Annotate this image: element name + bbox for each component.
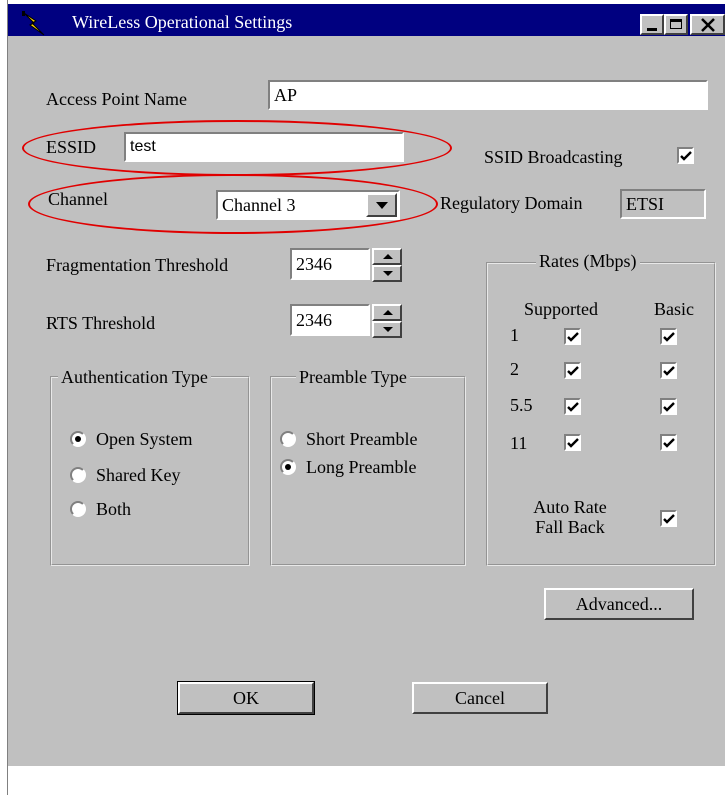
- rate-value: 5.5: [510, 395, 533, 415]
- settings-window: WireLess Operational Settings Access Poi…: [0, 0, 725, 795]
- rate-supported-checkbox[interactable]: [564, 362, 581, 379]
- arrow-down-icon: [383, 271, 393, 276]
- rate-supported-checkbox[interactable]: [564, 398, 581, 415]
- preamble-type-title: Preamble Type: [296, 366, 410, 388]
- ssid-broadcasting-label: SSID Broadcasting: [484, 147, 623, 167]
- check-icon: [663, 514, 675, 524]
- rate-supported-checkbox[interactable]: [564, 328, 581, 345]
- highlight-ellipse-essid: [22, 120, 452, 176]
- ap-name-label: Access Point Name: [46, 89, 187, 109]
- maximize-icon: [670, 19, 682, 29]
- arrow-up-icon: [383, 310, 393, 315]
- rts-spin-up[interactable]: [372, 304, 402, 321]
- regulatory-domain-label: Regulatory Domain: [440, 193, 583, 213]
- rate-value: 2: [510, 359, 519, 379]
- rate-supported-checkbox[interactable]: [564, 434, 581, 451]
- cancel-button[interactable]: Cancel: [412, 682, 548, 714]
- radio-selected-dot: [285, 464, 291, 470]
- maximize-button[interactable]: [664, 14, 688, 35]
- radio-button[interactable]: [70, 431, 86, 447]
- close-button[interactable]: [690, 14, 725, 35]
- auto-rate-fallback-label-line1: Auto Rate: [533, 497, 607, 517]
- check-icon: [567, 366, 579, 376]
- preamble-option-label: Long Preamble: [306, 457, 417, 477]
- fragmentation-label: Fragmentation Threshold: [46, 255, 229, 275]
- check-icon: [567, 402, 579, 412]
- rate-basic-checkbox[interactable]: [660, 362, 677, 379]
- auth-option-label: Open System: [96, 429, 193, 449]
- radio-selected-dot: [75, 436, 81, 442]
- title-bar[interactable]: WireLess Operational Settings: [8, 4, 725, 36]
- window-title: WireLess Operational Settings: [72, 12, 293, 32]
- ap-name-input[interactable]: AP: [268, 80, 708, 110]
- auto-rate-fallback-checkbox[interactable]: [660, 510, 677, 527]
- rate-value: 1: [510, 325, 519, 345]
- rate-basic-checkbox[interactable]: [660, 398, 677, 415]
- radio-button[interactable]: [280, 431, 296, 447]
- check-icon: [663, 366, 675, 376]
- check-icon: [663, 402, 675, 412]
- highlight-ellipse-channel: [28, 174, 438, 234]
- fragmentation-spin-up[interactable]: [372, 248, 402, 265]
- arrow-up-icon: [383, 254, 393, 259]
- radio-button[interactable]: [70, 467, 86, 483]
- rates-col-basic: Basic: [654, 299, 694, 319]
- advanced-button[interactable]: Advanced...: [544, 588, 694, 620]
- check-icon: [663, 438, 675, 448]
- window-left-edge: [0, 0, 8, 795]
- rates-title: Rates (Mbps): [536, 250, 640, 272]
- check-icon: [567, 438, 579, 448]
- check-icon: [567, 332, 579, 342]
- close-icon: [701, 18, 715, 32]
- rate-basic-checkbox[interactable]: [660, 328, 677, 345]
- rts-input[interactable]: 2346: [290, 304, 370, 336]
- check-icon: [680, 151, 692, 161]
- arrow-down-icon: [383, 327, 393, 332]
- rates-col-supported: Supported: [524, 299, 598, 319]
- auth-option-label: Both: [96, 499, 132, 519]
- check-icon: [663, 332, 675, 342]
- regulatory-domain-value: ETSI: [620, 189, 706, 219]
- ssid-broadcasting-checkbox[interactable]: [677, 147, 694, 164]
- preamble-option-label: Short Preamble: [306, 429, 418, 449]
- minimize-button[interactable]: [640, 14, 664, 35]
- auth-option-label: Shared Key: [96, 465, 181, 485]
- lightning-bolt-icon: [22, 11, 45, 36]
- radio-button[interactable]: [280, 459, 296, 475]
- fragmentation-input[interactable]: 2346: [290, 248, 370, 280]
- rts-spin-down[interactable]: [372, 321, 402, 338]
- rate-basic-checkbox[interactable]: [660, 434, 677, 451]
- authentication-type-title: Authentication Type: [58, 366, 211, 388]
- rts-label: RTS Threshold: [46, 313, 156, 333]
- minimize-icon: [647, 28, 657, 31]
- radio-button[interactable]: [70, 501, 86, 517]
- rate-value: 11: [510, 433, 528, 453]
- dialog-body: Access Point Name AP ESSID test SSID Bro…: [8, 36, 725, 766]
- ok-button[interactable]: OK: [177, 681, 315, 715]
- fragmentation-spin-down[interactable]: [372, 265, 402, 282]
- auto-rate-fallback-label-line2: Fall Back: [535, 517, 605, 537]
